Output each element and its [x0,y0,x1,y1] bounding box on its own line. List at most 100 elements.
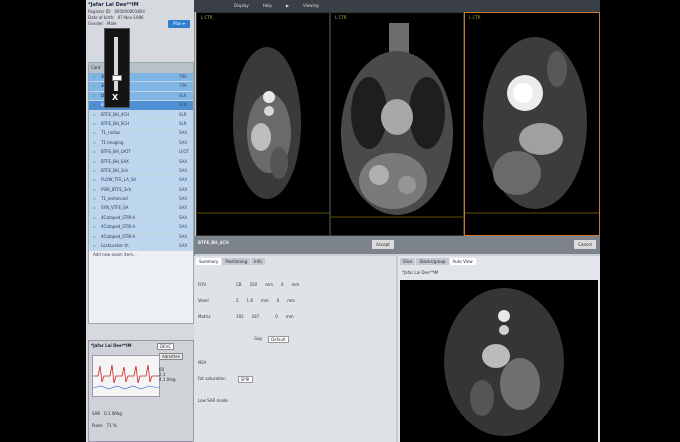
param-label: Matrix [198,314,211,319]
param-row: Matrix 192 187 0 mm [198,314,294,319]
preview-viewport[interactable] [400,280,598,442]
exam-item[interactable]: ▫ SYN_VTFE_SA SAX [89,204,193,214]
exam-item[interactable]: ▫ BTFE_BH_SCH SLR [89,119,193,130]
exam-item[interactable]: ▫ BTFE_BH_LVOT LVOT [89,148,193,158]
volume-slider-popup[interactable]: X [104,28,130,108]
exam-item-label: FLOW_TFE_LA_SA [101,177,137,183]
exam-item[interactable]: ▫ T1_enhanced SAX [89,195,193,205]
param-v1[interactable]: CB [236,282,242,287]
exam-item[interactable]: ▫ PSIR_BTFE_3ch SAX [89,185,193,196]
exam-item[interactable]: ▫ 4Cataped_STIR-A SAX [89,223,193,233]
viewport-axial[interactable]: L CTR [196,12,330,236]
param-v4[interactable]: 0 [277,298,280,303]
check-icon: ✓ [93,83,97,89]
sar-value: 0.1 W/kg [104,411,122,416]
scan-icon: ▫ [93,149,96,155]
gap-label: Gap [254,336,263,341]
exam-item-orientation: SAX [179,205,188,211]
param-row: FOV CB 350 mm 0 mm [198,282,299,287]
exam-item[interactable]: ▫ T1_radius SAX [89,129,193,139]
viewport-sagittal[interactable]: L CTR [464,12,600,236]
exam-item[interactable]: ▫ BTFE_BH_3ch SAX [89,166,193,177]
exam-item[interactable]: ▫ T1 Imaging SAX [89,138,193,149]
param-v1[interactable]: 192 [236,314,244,319]
tab-summary[interactable]: Summary [196,258,222,265]
display-menu[interactable]: Display [234,0,249,12]
param-v3: mm [265,282,273,287]
check-icon: ✓ [93,92,97,98]
exam-item[interactable]: ▫ BTFE_BH_4CH SLR [89,110,193,120]
exam-item[interactable]: ▫ 4Cataped_STIR-A SAX [89,213,193,224]
exam-item[interactable]: ▫ LockLocker th SAX [89,242,193,252]
exam-item-label: 4Cataped_STIR-A [101,233,136,239]
param-v2[interactable]: 187 [252,314,260,319]
device-select[interactable]: DEVC [157,343,175,350]
patient-id-label: Register ID: [88,9,112,14]
add-new-item-link[interactable]: Add new exam item... [89,251,193,259]
exam-item[interactable]: ▫ BTFE_BH_SAX SAX [89,157,193,167]
scan-icon: ▫ [93,243,96,249]
check-icon: ✓ [93,74,97,79]
param-v4[interactable]: 0 [281,282,284,287]
low-sar-label: Low SAR mode [198,398,228,403]
pulse-row: Pulse 71 % [92,423,117,428]
viewport-label: L CTR [201,15,213,20]
scan-icon: ▫ [93,130,96,136]
tab-stacks[interactable]: Stacks/group [416,258,449,265]
scan-icon: ▫ [93,167,96,173]
param-unit: mm [287,298,296,303]
exam-item[interactable]: ▫ 4Cataped_STIR-A SAX [89,232,193,243]
pulse-value: 71 % [106,423,117,428]
exam-item-label: BTFE_BH_LVOT [101,149,131,155]
param-v2[interactable]: 350 [250,282,258,287]
slider-handle[interactable] [112,75,122,81]
exam-item[interactable]: ▫ FLOW_TFE_LA_SA SAX [89,176,193,186]
param-v1[interactable]: 2 [236,298,239,303]
scan-icon: ▫ [93,224,96,230]
accept-button[interactable]: Accept [372,240,394,249]
param-v3: mm [260,298,269,303]
play-icon[interactable]: ▶ [286,0,289,12]
exam-item-label: 4Cataped_STIR-A [101,214,136,220]
param-row: Voxel 2 1.8 mm 0 mm [198,298,295,303]
scan-icon: ▫ [93,139,96,145]
tab-auto-view[interactable]: Auto View [449,258,476,265]
scan-icon: ▫ [93,177,96,183]
fat-sat-value[interactable]: SPIR [237,376,253,383]
tab-positioning[interactable]: Positioning [222,258,251,265]
viewing-menu[interactable]: Viewing [303,0,319,12]
mri-preview-image [444,288,564,436]
plan-button[interactable]: Plan ▾ [168,20,190,28]
exam-item-label: SYN_VTFE_SA [101,205,129,211]
exam-item-label: BTFE_BH_SCH [101,120,130,126]
admit-button[interactable]: Admitten [159,353,184,360]
exam-item-orientation: SLR [179,111,187,117]
cancel-button[interactable]: Cancel [574,240,596,249]
gap-option[interactable]: Default [268,336,289,343]
patient-dob-label: Date of birth: [88,15,115,20]
help-menu[interactable]: Help [263,0,272,12]
param-v2[interactable]: 1.8 [247,298,253,303]
exam-item-orientation: TRA [179,83,187,89]
param-label: FOV [198,282,207,287]
preview-caption: *Jafar Lai Dee**IM [402,270,439,275]
tab-info[interactable]: Info [251,258,265,265]
tab-slice[interactable]: Slice [400,258,416,265]
physiology-values: 60 2.1 4.1 l/mg [159,367,176,382]
slider-track[interactable] [114,37,118,91]
sar-label: SAR [92,411,101,416]
pulse-label: Pulse [92,423,103,428]
physiology-panel: *Jafar Lai Dee**IM DEVC Admitten 60 2.1 … [88,340,194,442]
scan-icon: ▫ [93,214,96,220]
close-icon[interactable]: X [112,93,118,102]
param-v4[interactable]: 0 [275,314,278,319]
ecg-trace [92,355,160,397]
exam-item-orientation: TRA [179,74,187,79]
viewport-coronal[interactable]: L CTR [330,12,464,236]
param-unit: mm [291,282,300,287]
gap-row: Gap Default [254,336,289,343]
parameters-panel: Summary Positioning Info FOV CB 350 mm 0 mm Vo… [194,256,396,442]
exam-item-label: PSIR_BTFE_3ch [101,186,132,192]
preview-panel: Slice Stacks/group Auto View *Jafar Lai … [398,256,600,442]
exam-item-label: T1 Imaging [101,139,124,145]
